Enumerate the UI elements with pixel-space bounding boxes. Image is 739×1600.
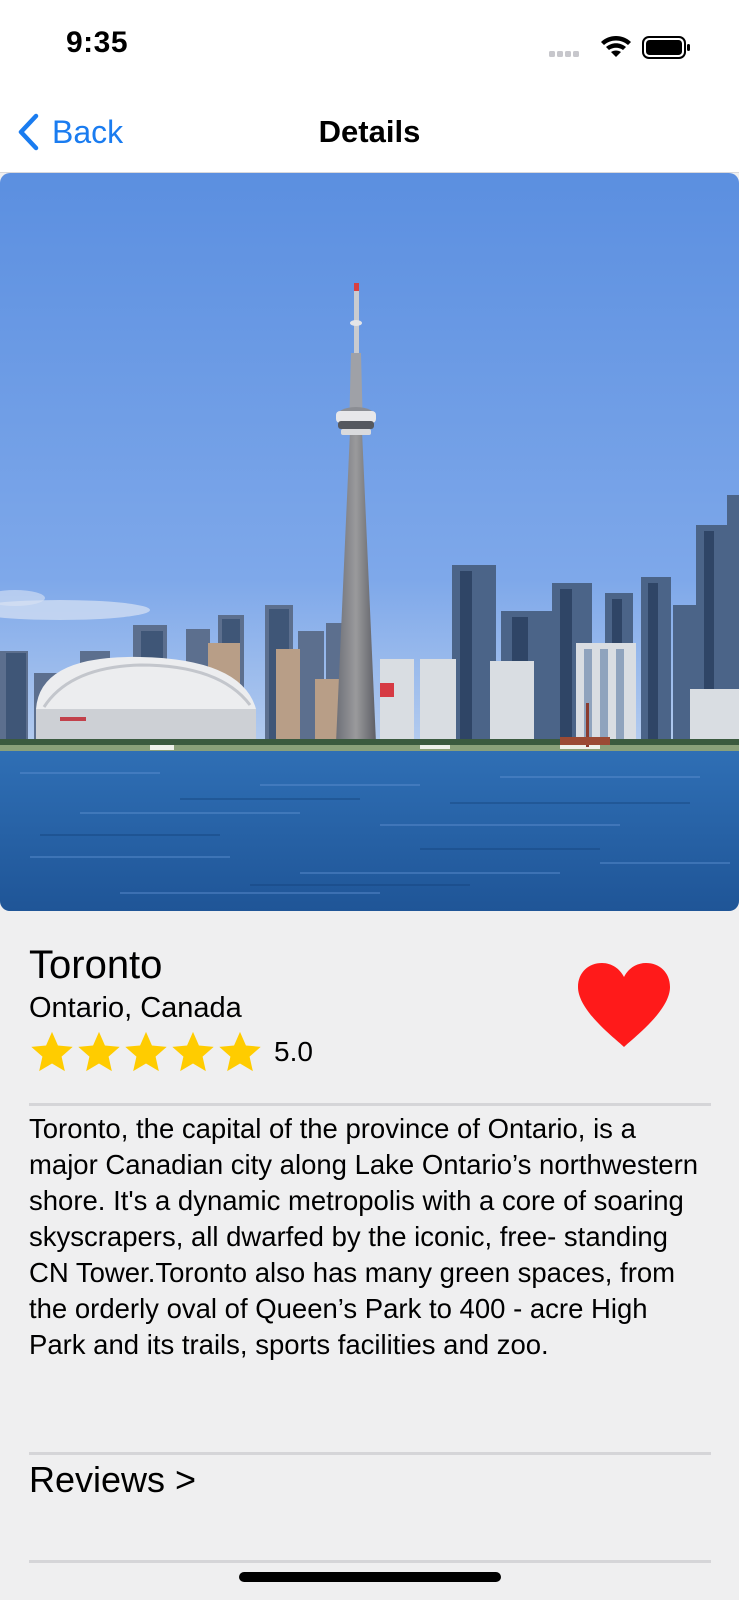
place-region: Ontario, Canada bbox=[29, 992, 242, 1024]
place-description: Toronto, the capital of the province of … bbox=[29, 1113, 699, 1360]
battery-icon bbox=[642, 36, 690, 59]
rating-value: 5.0 bbox=[274, 1036, 313, 1067]
star-icon bbox=[219, 1031, 261, 1072]
status-bar: 9:35 bbox=[0, 0, 739, 92]
page-title: Details bbox=[318, 114, 421, 149]
toronto-skyline-photo bbox=[0, 173, 739, 911]
wifi-icon bbox=[601, 36, 631, 57]
status-time: 9:35 bbox=[66, 26, 129, 59]
star-icon bbox=[31, 1031, 73, 1072]
reviews-link[interactable]: Reviews > bbox=[29, 1456, 196, 1504]
divider bbox=[29, 1560, 711, 1563]
place-name: Toronto bbox=[29, 943, 163, 987]
hero-image bbox=[0, 173, 739, 911]
divider bbox=[29, 1452, 711, 1455]
navigation-bar: Back Details bbox=[0, 92, 739, 173]
star-icon bbox=[78, 1031, 120, 1072]
home-indicator[interactable] bbox=[239, 1572, 501, 1582]
status-icons bbox=[549, 36, 690, 59]
rating: 5.0 bbox=[29, 1027, 313, 1077]
star-icon bbox=[172, 1031, 214, 1072]
cellular-signal-icon bbox=[549, 51, 579, 57]
divider bbox=[29, 1103, 711, 1106]
heart-icon[interactable] bbox=[576, 961, 672, 1049]
star-icon bbox=[125, 1031, 167, 1072]
